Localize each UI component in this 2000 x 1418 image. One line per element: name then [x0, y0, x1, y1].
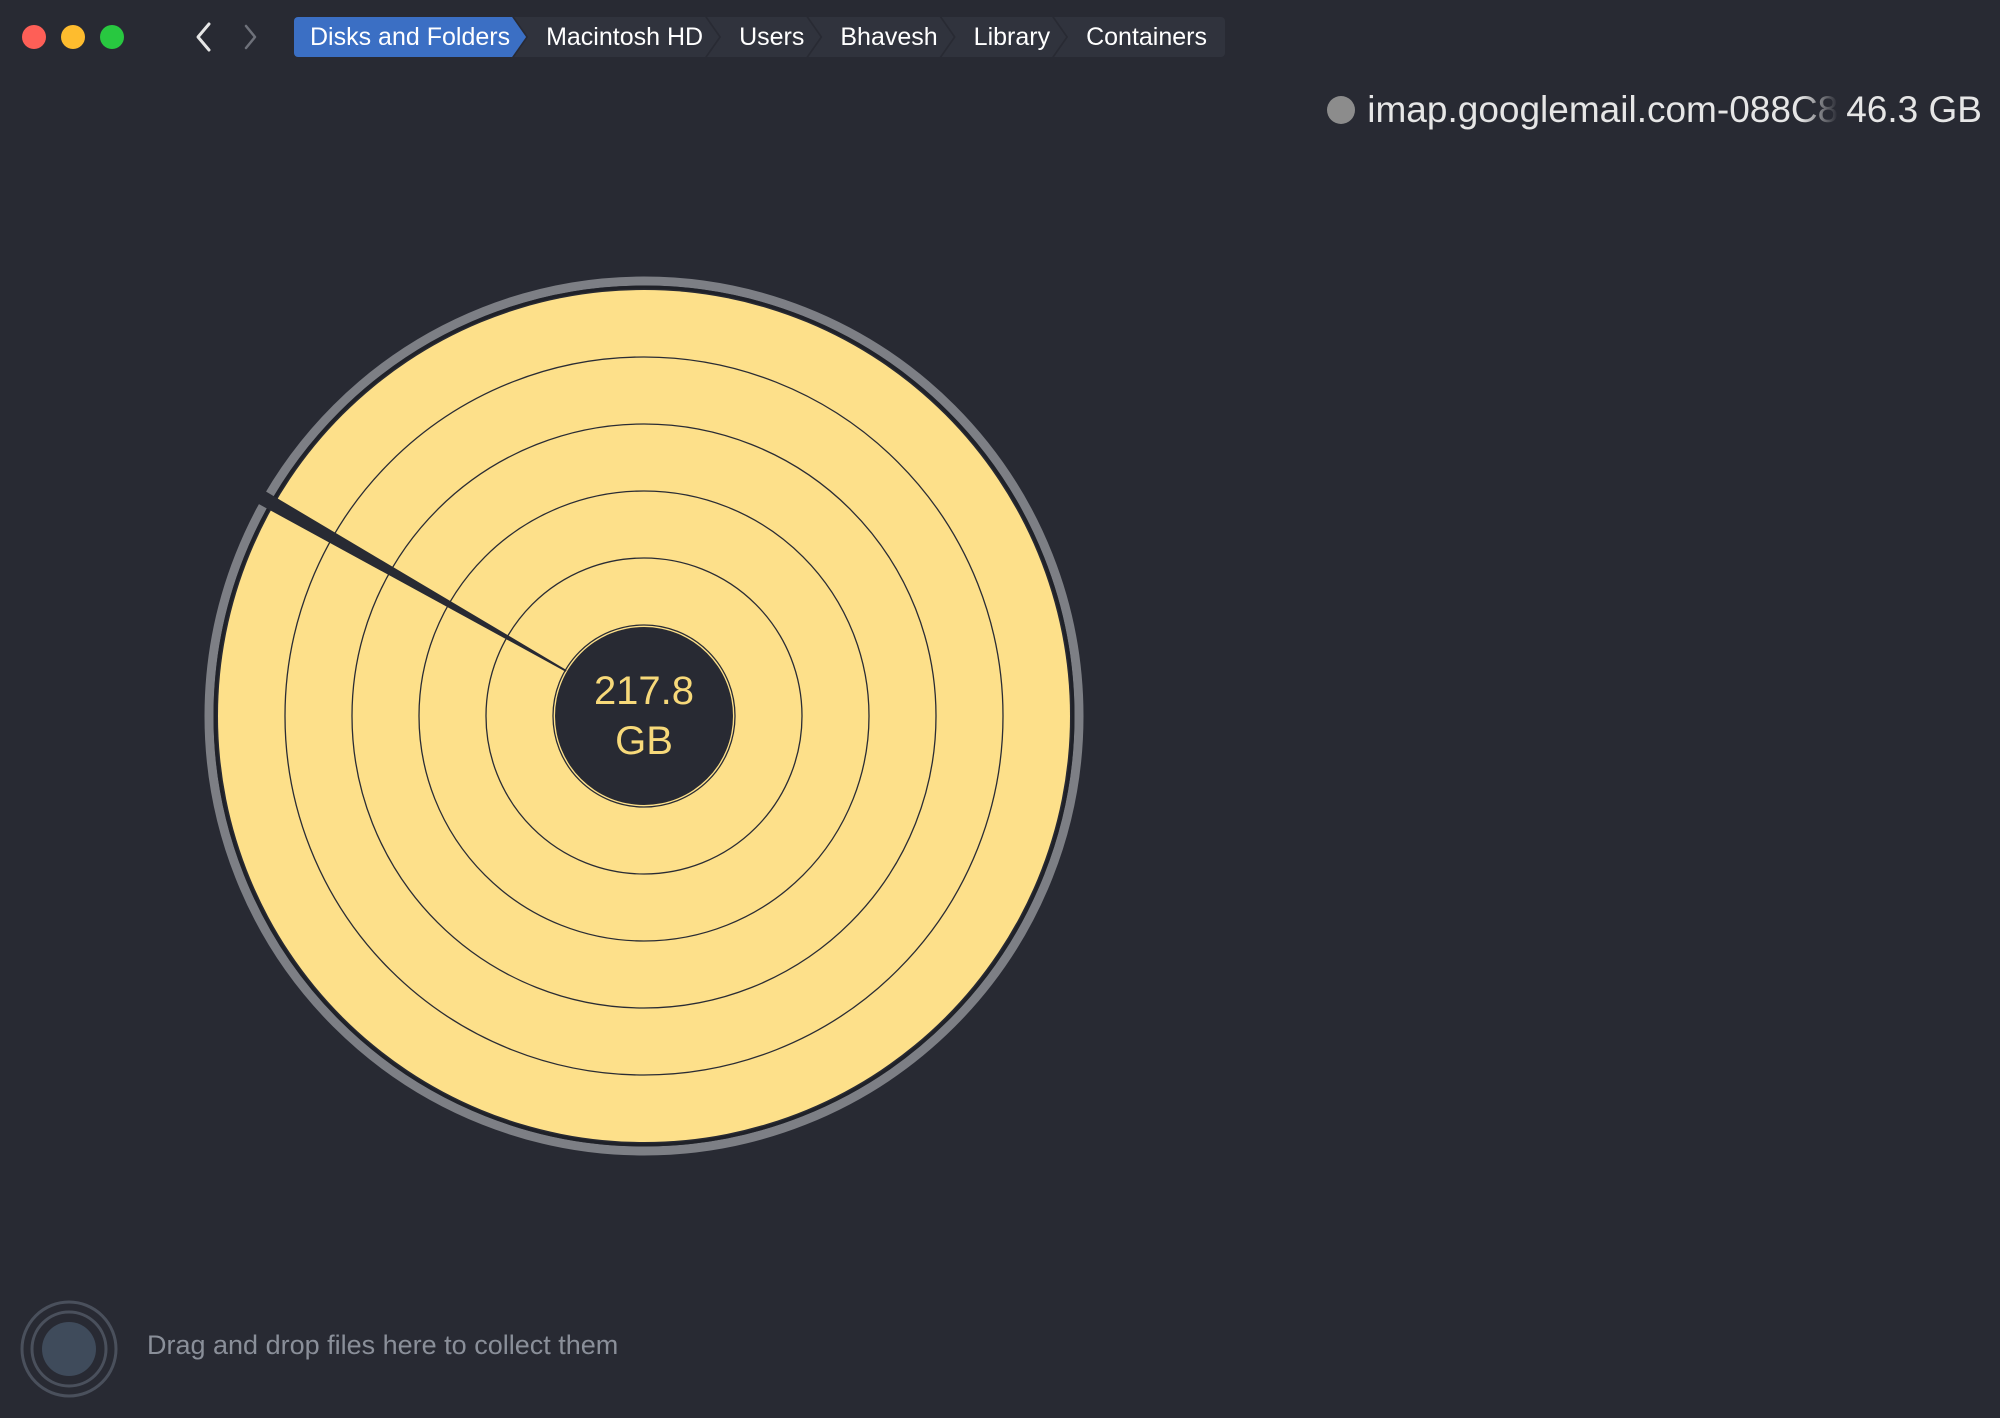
sunburst-chart[interactable] [0, 0, 2000, 1418]
total-size-label: 217.8 GB [555, 627, 733, 805]
total-size-value: 217.8 [593, 669, 695, 713]
app-window: Disks and Folders Macintosh HD Users Bha… [0, 0, 2000, 1418]
drop-hint-text: Drag and drop files here to collect them [147, 1330, 619, 1360]
total-size-unit: GB [615, 719, 673, 763]
collector-icon[interactable] [20, 1300, 118, 1398]
